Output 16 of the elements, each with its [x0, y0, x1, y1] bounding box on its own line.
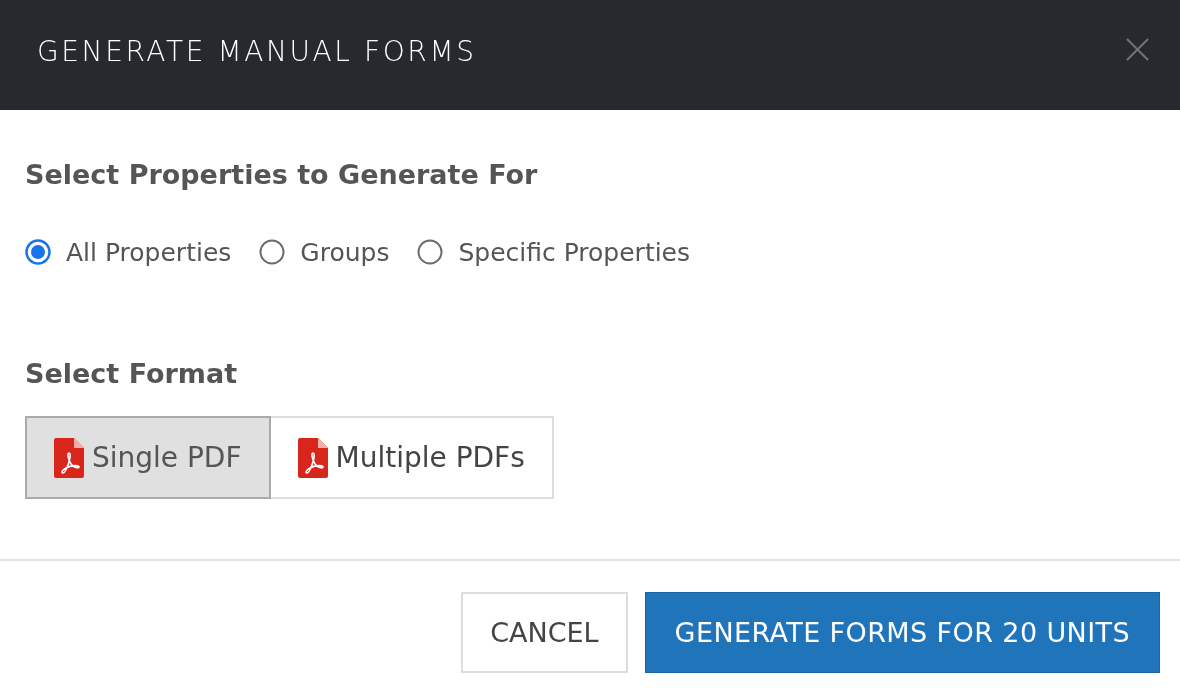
section-heading: Select Format: [25, 357, 239, 391]
radio-option[interactable]: All Properties: [25, 237, 232, 267]
pdf-file-icon: [54, 437, 84, 478]
format-toggle[interactable]: Single PDF: [25, 416, 271, 499]
radio-option[interactable]: Groups: [259, 237, 390, 267]
format-toggle[interactable]: Multiple PDFs: [270, 416, 554, 499]
pdf-file-icon: [297, 437, 328, 478]
radio-option[interactable]: Specific Properties: [417, 237, 691, 267]
close-icon[interactable]: [1126, 37, 1149, 61]
radio-icon[interactable]: [259, 239, 286, 265]
dialog-title: GENERATE MANUAL FORMS: [37, 34, 477, 68]
radio-icon[interactable]: [25, 239, 51, 265]
radio-icon[interactable]: [417, 239, 444, 265]
cancel-button[interactable]: CANCEL: [461, 592, 628, 673]
generate-button[interactable]: GENERATE FORMS FOR 20 UNITS: [644, 592, 1160, 673]
section-heading: Select Properties to Generate For: [25, 158, 539, 192]
